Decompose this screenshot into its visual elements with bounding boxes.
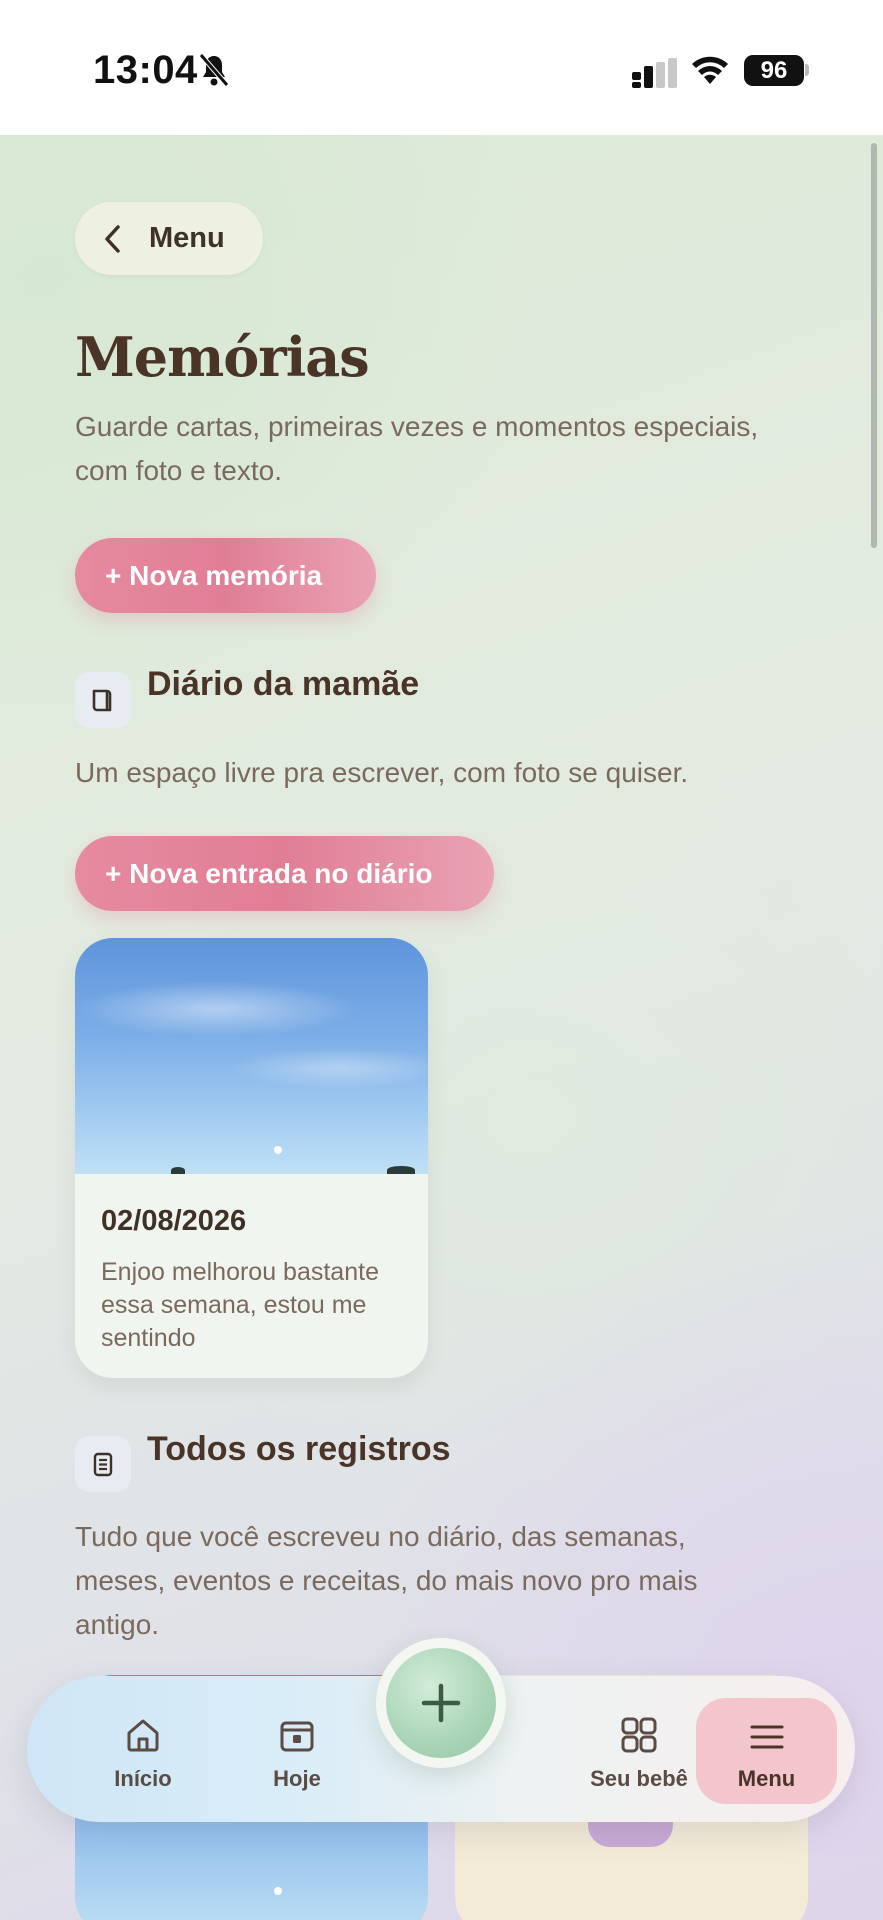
diary-section-description: Um espaço livre pra escrever, com foto s… [75,757,689,788]
photo-moon [274,1146,282,1154]
nav-today-label: Hoje [273,1766,321,1791]
photo-treeline-left [171,1167,185,1174]
scrollbar[interactable] [871,143,877,548]
records-section-description: Tudo que você escreveu no diário, das se… [75,1521,698,1640]
new-memory-button[interactable]: + Nova memória [75,538,376,613]
diary-entry-date: 02/08/2026 [101,1205,247,1237]
nav-menu-label: Menu [737,1766,796,1791]
nav-today[interactable]: Hoje [226,1676,368,1822]
nav-menu[interactable]: Menu [696,1698,837,1804]
nav-home[interactable]: Início [72,1676,214,1822]
diary-entry-photo [75,938,428,1174]
chevron-left-icon [105,225,120,253]
wifi-icon [692,56,728,84]
calendar-today-icon [280,1721,314,1752]
add-button-ring [376,1638,506,1768]
signal-icon [632,58,677,88]
page-subtitle: Guarde cartas, primeiras vezes e momento… [75,411,759,486]
grid-icon [621,1717,657,1753]
book-icon [92,689,112,712]
new-diary-entry-button[interactable]: + Nova entrada no diário [75,836,494,911]
document-list-icon [93,1452,113,1477]
back-button-label: Menu [149,222,225,254]
plus-icon [421,1683,461,1723]
page-title: Memórias [75,325,370,389]
home-icon [127,1719,159,1752]
bell-muted-icon [199,53,229,87]
status-bar: 13:04 96 [0,0,883,135]
add-button[interactable] [386,1648,496,1758]
diary-entry-card[interactable]: 02/08/2026 Enjoo melhorou bastante essa … [75,938,428,1378]
diary-entry-text: Enjoo melhorou bastante essa semana, est… [101,1258,379,1352]
battery-tip [805,64,809,76]
status-time: 13:04 [93,48,198,92]
records-section-icon [75,1436,131,1492]
records-section-title: Todos os registros [147,1430,451,1468]
nav-home-label: Início [114,1766,172,1791]
photo-treeline-right [387,1166,415,1174]
diary-section-title: Diário da mamãe [147,665,420,703]
battery-indicator: 96 [744,55,804,86]
back-button[interactable]: Menu [75,202,263,275]
hamburger-menu-icon [750,1725,783,1749]
photo-moon [274,1887,282,1895]
diary-section-icon [75,672,131,728]
